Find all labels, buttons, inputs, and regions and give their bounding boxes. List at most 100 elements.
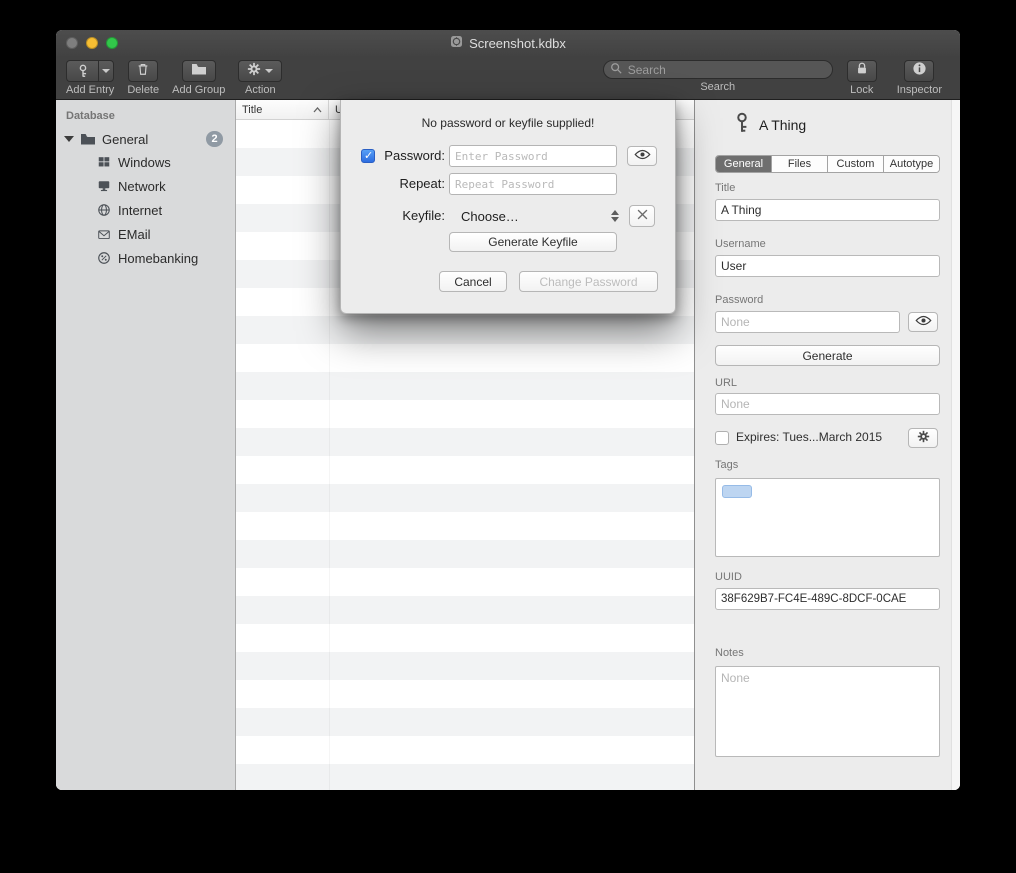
stepper-icon [608,208,621,224]
tab-custom[interactable]: Custom [827,156,883,172]
keyfile-value: Choose… [455,209,608,224]
generate-button[interactable]: Generate [715,345,940,366]
window-title-group: Screenshot.kdbx [450,35,566,51]
url-field[interactable] [715,393,940,415]
password-enabled-checkbox[interactable] [361,149,375,163]
windows-icon [96,154,112,170]
repeat-input[interactable] [449,173,617,195]
window-title: Screenshot.kdbx [469,36,566,51]
tags-field[interactable] [715,478,940,557]
tab-autotype[interactable]: Autotype [883,156,939,172]
add-entry-label: Add Entry [66,84,114,96]
column-divider [329,120,330,790]
search-label: Search [700,81,735,93]
password-input[interactable] [449,145,617,167]
expires-settings-button[interactable] [908,428,938,448]
sidebar: Database General 2 Windows [56,100,236,790]
reveal-password-button[interactable] [908,312,938,332]
delete-label: Delete [127,84,159,96]
change-password-sheet: No password or keyfile supplied! Passwor… [340,100,676,314]
chevron-down-icon [265,69,273,73]
expires-checkbox[interactable] [715,431,729,445]
keyfile-popup-button[interactable]: Choose… [449,205,627,227]
delete-button[interactable] [128,60,158,82]
group-label: Windows [118,155,171,170]
column-header-title[interactable]: Title [236,100,329,119]
close-button[interactable] [66,37,78,49]
close-icon [637,209,648,223]
uuid-field[interactable] [715,588,940,610]
group-label: Network [118,179,166,194]
expires-label: Expires: Tues...March 2015 [736,430,882,444]
group-label: General [102,132,148,147]
eye-icon [915,315,932,329]
lock-label: Lock [850,84,873,96]
clear-keyfile-button[interactable] [629,205,655,227]
traffic-lights [66,37,118,49]
column-title-label: Title [242,104,262,116]
folder-icon [80,131,96,147]
notes-field[interactable] [715,666,940,757]
info-icon [912,61,927,81]
gear-icon [247,62,261,81]
sidebar-item-windows[interactable]: Windows [56,150,235,174]
inspector-panel: A Thing General Files Custom Autotype Ti… [694,100,960,790]
add-group-button[interactable] [182,60,216,82]
password-label: Password: [377,145,445,167]
inspector-scrollbar[interactable] [951,100,960,790]
lock-item: Lock [847,60,877,96]
title-label: Title [715,182,735,194]
add-group-label: Add Group [172,84,225,96]
key-icon [66,60,98,82]
tags-label: Tags [715,459,738,471]
network-icon [96,178,112,194]
trash-icon [136,61,150,82]
repeat-label: Repeat: [377,173,445,195]
gear-icon [917,430,930,446]
group-label: EMail [118,227,151,242]
lock-button[interactable] [847,60,877,82]
search-field [603,60,833,79]
delete-item: Delete [127,60,159,96]
sidebar-item-general[interactable]: General 2 [56,128,235,150]
sidebar-item-email[interactable]: EMail [56,222,235,246]
tab-files[interactable]: Files [771,156,827,172]
generate-keyfile-button[interactable]: Generate Keyfile [449,232,617,252]
zoom-button[interactable] [106,37,118,49]
sidebar-item-internet[interactable]: Internet [56,198,235,222]
envelope-icon [96,226,112,242]
disclosure-triangle-icon[interactable] [64,136,74,142]
change-password-button[interactable]: Change Password [519,271,658,292]
tab-general[interactable]: General [716,156,771,172]
action-button[interactable] [238,60,282,82]
toolbar-right: Search Lock Inspec [603,60,942,96]
cancel-button[interactable]: Cancel [439,271,507,292]
sidebar-item-network[interactable]: Network [56,174,235,198]
inspector-label: Inspector [897,84,942,96]
title-field[interactable] [715,199,940,221]
group-label: Homebanking [118,251,198,266]
minimize-button[interactable] [86,37,98,49]
entry-count-badge: 2 [206,131,223,147]
search-item: Search [603,60,833,93]
inspector-button[interactable] [904,60,934,82]
group-label: Internet [118,203,162,218]
keyfile-label: Keyfile: [377,205,445,227]
action-label: Action [245,84,276,96]
username-field[interactable] [715,255,940,277]
add-entry-button[interactable] [66,60,114,82]
url-label: URL [715,377,737,389]
entry-title: A Thing [759,117,806,133]
desktop: Screenshot.kdbx Add Entry [0,0,1016,873]
username-label: Username [715,238,766,250]
notes-label: Notes [715,647,744,659]
folder-icon [191,62,207,81]
reveal-password-button[interactable] [627,146,657,166]
add-entry-dropdown[interactable] [98,60,114,82]
search-icon [610,61,622,79]
app-window: Screenshot.kdbx Add Entry [56,30,960,790]
search-input[interactable] [626,62,826,78]
sidebar-item-homebanking[interactable]: Homebanking [56,246,235,270]
tag-chip[interactable] [722,485,752,498]
password-field[interactable] [715,311,900,333]
